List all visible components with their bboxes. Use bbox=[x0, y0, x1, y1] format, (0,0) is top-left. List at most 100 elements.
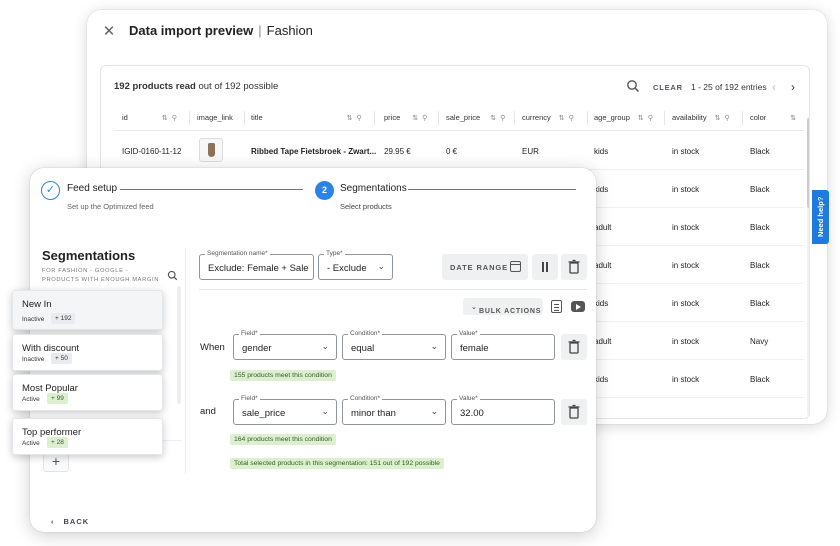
field-value: Exclude: Female + SaleP bbox=[208, 263, 309, 274]
field-label: Segmentation name* bbox=[205, 249, 270, 259]
column-header-price[interactable]: price ⇅ ⚲ bbox=[384, 113, 427, 122]
pause-button[interactable] bbox=[532, 254, 558, 280]
field-label: Value* bbox=[457, 394, 480, 404]
condition-operator-select[interactable]: Condition* equal ⌄ bbox=[342, 329, 446, 360]
step-feed-setup[interactable]: Feed setup bbox=[67, 183, 117, 194]
products-read-info: 192 products read out of 192 possible bbox=[114, 81, 278, 92]
condition-value-input[interactable]: Value* 32.00 bbox=[451, 394, 555, 425]
filter-search-icon[interactable]: ⚲ bbox=[500, 114, 505, 122]
segment-count-badge: + 28 bbox=[47, 437, 68, 448]
chevron-down-icon: ⌄ bbox=[430, 341, 438, 351]
segment-count-badge: + 50 bbox=[51, 353, 72, 364]
column-header-age-group[interactable]: age_group ⇅ ⚲ bbox=[594, 113, 653, 122]
cell-age-group: adult bbox=[594, 261, 612, 270]
video-icon[interactable] bbox=[571, 301, 585, 312]
chevron-down-icon: ⌄ bbox=[430, 406, 438, 416]
document-icon[interactable] bbox=[551, 300, 562, 313]
date-range-button[interactable]: DATE RANGE bbox=[442, 254, 528, 280]
stepper-connector bbox=[120, 189, 303, 190]
chevron-right-icon[interactable]: › bbox=[791, 80, 795, 94]
column-label: availability bbox=[672, 113, 707, 122]
table-header: id ⇅ ⚲ image_link title ⇅ ⚲ price ⇅ ⚲ sale_… bbox=[114, 107, 804, 131]
cell-availability: in stock bbox=[672, 223, 700, 232]
sort-icon[interactable]: ⇅ bbox=[412, 114, 418, 122]
column-header-color[interactable]: color ⇅ bbox=[750, 113, 796, 122]
filter-search-icon[interactable]: ⚲ bbox=[569, 114, 574, 122]
column-header-sale-price[interactable]: sale_price ⇅ ⚲ bbox=[446, 113, 505, 122]
segmentation-name-field[interactable]: Segmentation name* Exclude: Female + Sal… bbox=[199, 249, 314, 280]
bulk-actions-button[interactable]: BULK ACTIONS ⌄ bbox=[463, 298, 543, 315]
column-header-currency[interactable]: currency ⇅ ⚲ bbox=[522, 113, 574, 122]
field-value: female bbox=[460, 343, 489, 354]
products-read-count: 192 products read bbox=[114, 81, 196, 92]
product-thumbnail[interactable] bbox=[199, 138, 223, 162]
step-number-badge: 2 bbox=[315, 181, 334, 200]
scrollbar-thumb[interactable] bbox=[807, 118, 809, 208]
column-label: sale_price bbox=[446, 113, 481, 122]
chevron-down-icon: ⌄ bbox=[321, 341, 329, 351]
segment-count-badge: + 99 bbox=[47, 393, 68, 404]
column-header-title[interactable]: title ⇅ ⚲ bbox=[251, 113, 362, 122]
window-header: ✕ Data import preview | Fashion bbox=[87, 10, 827, 54]
field-value: minor than bbox=[351, 408, 396, 419]
cell-color: Black bbox=[750, 375, 770, 384]
chevron-left-icon[interactable]: ‹ bbox=[772, 80, 776, 94]
clear-button[interactable]: CLEAR bbox=[653, 83, 683, 92]
sort-icon[interactable]: ⇅ bbox=[715, 114, 721, 122]
type-select[interactable]: Type* - Exclude ⌄ bbox=[318, 249, 393, 280]
condition-connector: and bbox=[200, 406, 216, 417]
segment-list-scrollbar[interactable] bbox=[177, 286, 181, 404]
sort-icon[interactable]: ⇅ bbox=[347, 114, 353, 122]
field-value: equal bbox=[351, 343, 375, 354]
need-help-tab[interactable]: Need help? bbox=[812, 190, 829, 244]
condition-value-input[interactable]: Value* female bbox=[451, 329, 555, 360]
cell-color: Black bbox=[750, 185, 770, 194]
delete-condition-button[interactable] bbox=[561, 399, 587, 425]
segment-status: Active bbox=[22, 440, 40, 447]
condition-field-select[interactable]: Field* gender ⌄ bbox=[233, 329, 337, 360]
table-row[interactable]: IGID-0160-11-12 Ribbed Tape Fietsbroek -… bbox=[114, 132, 804, 170]
segment-card[interactable]: Top performer Active + 28 bbox=[12, 418, 163, 455]
field-label: Condition* bbox=[348, 329, 382, 339]
filter-search-icon[interactable]: ⚲ bbox=[172, 114, 177, 122]
delete-segment-button[interactable] bbox=[561, 254, 587, 280]
column-divider bbox=[438, 111, 439, 125]
date-range-label: DATE RANGE bbox=[450, 263, 509, 272]
column-divider bbox=[374, 111, 375, 125]
field-label: Field* bbox=[239, 329, 260, 339]
step-segmentations[interactable]: Segmentations bbox=[340, 183, 407, 194]
column-header-id[interactable]: id ⇅ ⚲ bbox=[122, 113, 177, 122]
filter-search-icon[interactable]: ⚲ bbox=[724, 114, 729, 122]
sort-icon[interactable]: ⇅ bbox=[559, 114, 565, 122]
column-label: image_link bbox=[197, 113, 233, 122]
segment-card[interactable]: New In Inactive + 192 bbox=[12, 290, 163, 330]
column-header-image-link[interactable]: image_link bbox=[197, 113, 233, 122]
cell-color: Black bbox=[750, 223, 770, 232]
column-header-availability[interactable]: availability ⇅ ⚲ bbox=[672, 113, 730, 122]
sort-icon[interactable]: ⇅ bbox=[162, 114, 168, 122]
search-icon[interactable] bbox=[167, 270, 178, 281]
sort-icon[interactable]: ⇅ bbox=[638, 114, 644, 122]
condition-operator-select[interactable]: Condition* minor than ⌄ bbox=[342, 394, 446, 425]
column-divider bbox=[742, 111, 743, 125]
delete-condition-button[interactable] bbox=[561, 334, 587, 360]
segment-card[interactable]: Most Popular Active + 99 bbox=[12, 374, 163, 411]
cell-id: IGID-0160-11-12 bbox=[122, 147, 182, 156]
close-icon[interactable]: ✕ bbox=[101, 24, 117, 40]
filter-search-icon[interactable]: ⚲ bbox=[648, 114, 653, 122]
trash-icon bbox=[568, 339, 580, 354]
filter-search-icon[interactable]: ⚲ bbox=[422, 114, 427, 122]
filter-search-icon[interactable]: ⚲ bbox=[357, 114, 362, 122]
condition-field-select[interactable]: Field* sale_price ⌄ bbox=[233, 394, 337, 425]
segmentations-subheading: FOR FASHION - GOOGLE - PRODUCTS WITH ENO… bbox=[42, 268, 159, 283]
sort-icon[interactable]: ⇅ bbox=[790, 114, 796, 122]
cell-availability: in stock bbox=[672, 337, 700, 346]
cell-color: Black bbox=[750, 261, 770, 270]
cell-age-group: kids bbox=[594, 375, 609, 384]
search-icon[interactable] bbox=[626, 79, 640, 93]
sort-icon[interactable]: ⇅ bbox=[490, 114, 496, 122]
back-button[interactable]: ‹ BACK bbox=[51, 517, 89, 526]
check-icon: ✓ bbox=[41, 181, 60, 200]
segment-card[interactable]: With discount Inactive + 50 bbox=[12, 334, 163, 371]
table-scrollbar[interactable] bbox=[807, 116, 809, 416]
